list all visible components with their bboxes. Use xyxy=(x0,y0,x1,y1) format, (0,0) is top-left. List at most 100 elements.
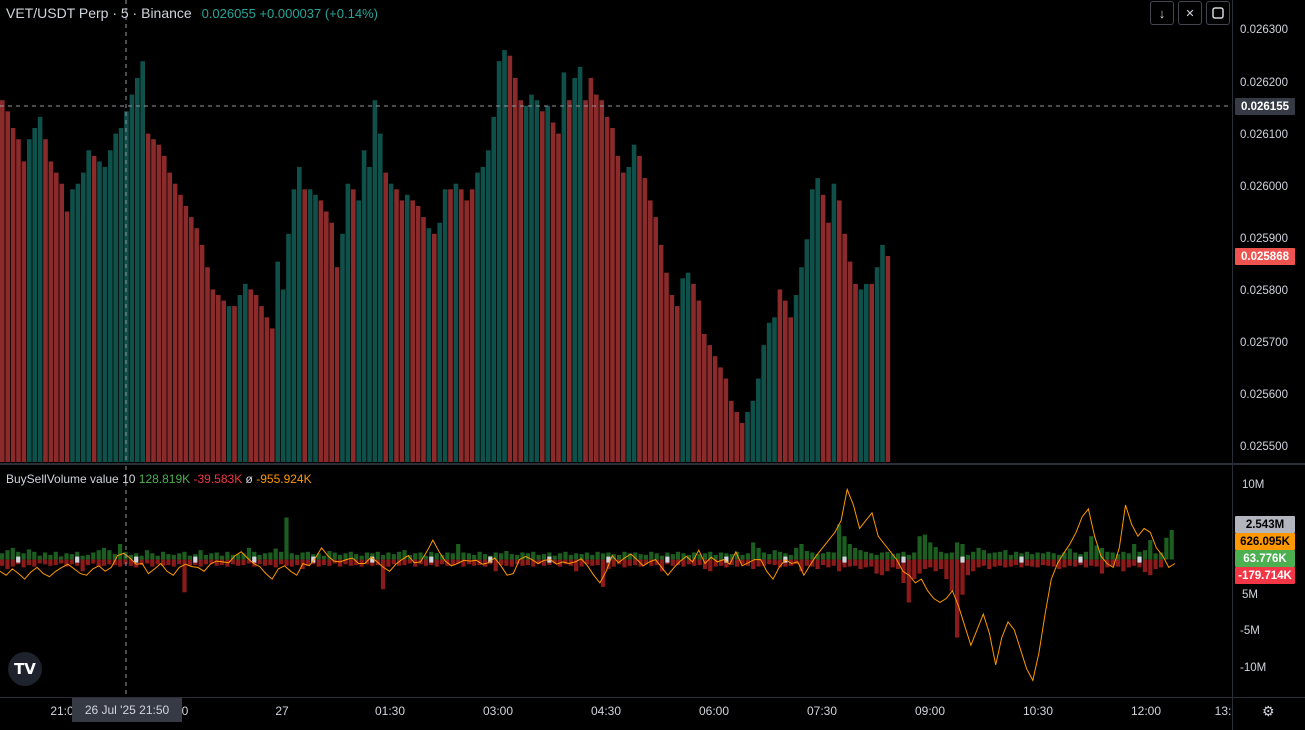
buy-volume-bar xyxy=(858,550,863,560)
price-bar xyxy=(739,423,745,462)
buy-volume-bar xyxy=(456,544,461,560)
price-bar xyxy=(270,328,275,462)
buy-volume-bar xyxy=(896,553,901,560)
price-axis-label: 0.025500 xyxy=(1240,441,1288,453)
sell-volume-bar xyxy=(26,559,31,566)
price-chart[interactable] xyxy=(0,0,1232,462)
sell-volume-bar xyxy=(681,559,686,567)
buy-volume-bar xyxy=(794,547,799,560)
buy-volume-bar xyxy=(756,547,761,560)
sell-volume-bar xyxy=(509,559,514,567)
buy-sell-volume-pane[interactable] xyxy=(0,466,1232,696)
price-bar xyxy=(480,167,486,462)
buy-volume-bar xyxy=(552,555,557,560)
buy-volume-bar xyxy=(847,544,852,560)
settings-button[interactable]: ⚙ xyxy=(1262,703,1275,720)
buy-volume-bar xyxy=(869,553,874,560)
collapse-button[interactable]: ✕ xyxy=(1178,1,1202,25)
sell-volume-bar xyxy=(241,559,246,566)
price-bar xyxy=(210,289,216,462)
price-bar xyxy=(226,306,232,462)
indicator-name[interactable]: BuySellVolume value 10 xyxy=(6,472,135,486)
crosshair-price-tag: 0.026155 xyxy=(1235,98,1295,115)
price-bar xyxy=(756,378,761,462)
price-bar xyxy=(189,217,194,462)
buy-volume-bar xyxy=(289,553,294,560)
price-bar xyxy=(507,55,513,462)
time-axis-label: 09:00 xyxy=(914,704,946,718)
time-axis-label: 12:00 xyxy=(1130,704,1162,718)
buy-volume-bar xyxy=(1164,537,1169,560)
buy-volume-bar xyxy=(1024,551,1029,560)
buy-volume-bar xyxy=(85,554,90,560)
buy-volume-bar xyxy=(922,534,927,560)
price-bar xyxy=(529,94,534,462)
buy-volume-bar xyxy=(1105,551,1110,560)
sell-volume-bar xyxy=(316,559,321,567)
sell-volume-bar xyxy=(37,559,42,564)
sell-volume-bar xyxy=(971,559,976,572)
buy-volume-bar xyxy=(558,553,563,560)
buy-volume-bar xyxy=(386,552,391,560)
buy-volume-bar xyxy=(21,553,26,560)
buy-volume-bar xyxy=(595,551,600,560)
buy-volume-bar xyxy=(391,554,396,560)
sell-volume-bar xyxy=(949,559,954,591)
buy-volume-bar xyxy=(504,551,509,560)
price-bar xyxy=(253,295,259,462)
sell-volume-bar xyxy=(69,559,74,565)
price-bar xyxy=(793,295,799,462)
sell-volume-bar xyxy=(5,559,10,569)
sell-volume-bar xyxy=(440,559,445,565)
sell-volume-bar xyxy=(622,559,627,568)
sell-volume-bar xyxy=(407,559,412,564)
price-bar xyxy=(205,267,210,462)
price-bar xyxy=(16,139,21,462)
sell-volume-bar xyxy=(837,559,842,572)
sell-volume-bar xyxy=(1099,559,1105,574)
sell-volume-bar xyxy=(976,559,981,568)
buy-volume-bar xyxy=(91,552,96,560)
net-volume-marker xyxy=(16,556,21,563)
sell-volume-bar xyxy=(820,559,826,566)
buy-volume-bar xyxy=(338,554,343,560)
download-button[interactable]: ↓ xyxy=(1150,1,1174,25)
fullscreen-button[interactable] xyxy=(1206,1,1230,25)
buy-volume-bar xyxy=(472,554,477,560)
buy-volume-bar xyxy=(1030,554,1035,560)
fullscreen-icon xyxy=(1212,7,1224,19)
sell-volume-bar xyxy=(692,559,697,566)
tradingview-logo[interactable]: TV xyxy=(8,652,42,686)
price-bar xyxy=(761,345,766,462)
sell-volume-bar xyxy=(0,559,5,566)
sell-volume-bar xyxy=(933,559,938,572)
buy-volume-bar xyxy=(220,555,225,560)
buy-volume-bar xyxy=(225,551,230,560)
buy-volume-bar xyxy=(670,554,675,560)
price-bar xyxy=(221,300,226,462)
sell-volume-bar xyxy=(627,559,632,566)
price-bar xyxy=(723,378,729,462)
price-bar xyxy=(707,345,712,462)
price-bar xyxy=(518,100,523,462)
buy-volume-bar xyxy=(574,553,579,560)
price-bar xyxy=(399,200,405,462)
price-bar xyxy=(804,239,810,462)
price-bar xyxy=(415,206,421,462)
buy-volume-bar xyxy=(375,551,380,560)
sell-volume-bar xyxy=(257,559,262,565)
price-axis-label: 0.026100 xyxy=(1240,129,1288,141)
buy-volume-bar xyxy=(1003,550,1008,560)
buy-volume-bar xyxy=(187,555,192,560)
buy-volume-bar xyxy=(531,551,536,560)
buy-volume-bar xyxy=(139,555,144,560)
sell-volume-bar xyxy=(874,559,879,574)
price-bar xyxy=(167,172,172,462)
buy-volume-bar xyxy=(182,551,187,560)
sell-volume-bar xyxy=(1030,559,1035,567)
price-bar xyxy=(842,233,847,462)
symbol-title[interactable]: VET/USDT Perp · 5 · Binance xyxy=(6,5,192,21)
buy-volume-bar xyxy=(477,551,482,560)
price-bar xyxy=(113,133,118,462)
pane-divider[interactable] xyxy=(0,463,1305,465)
